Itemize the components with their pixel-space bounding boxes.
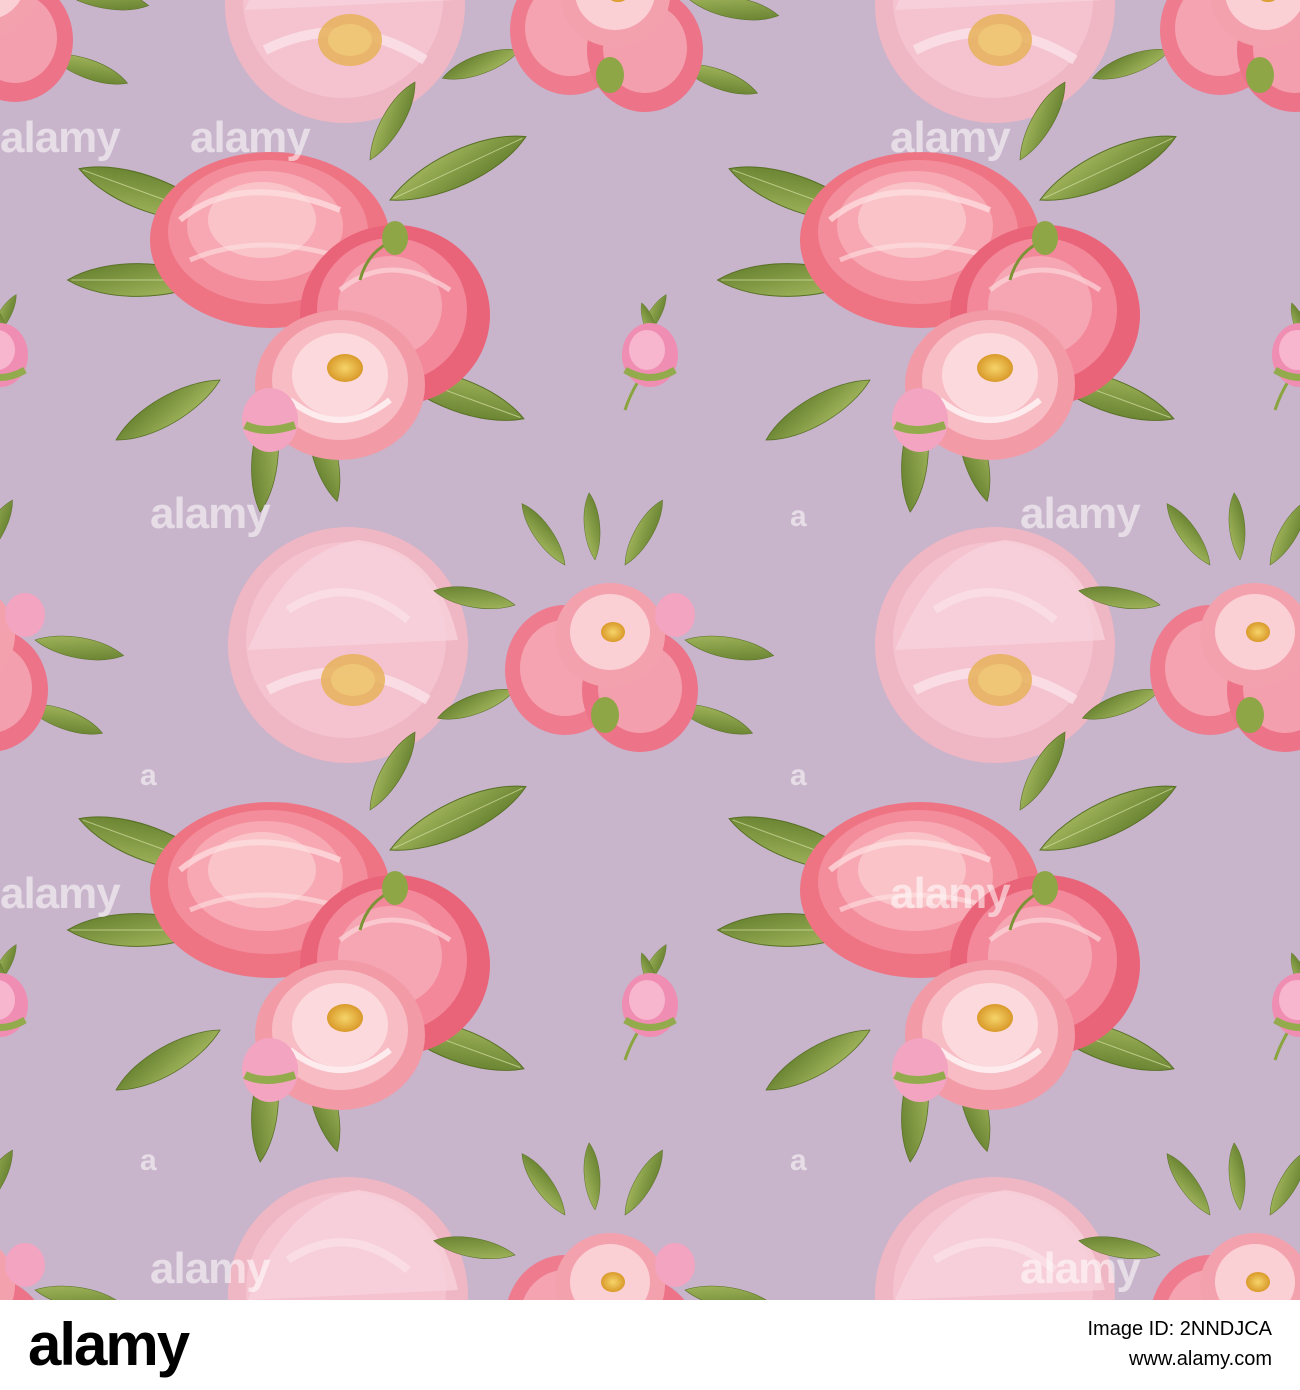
watermark-text: alamy	[890, 869, 1011, 918]
watermark-glyph: a	[790, 1144, 807, 1177]
watermark-glyph: a	[790, 500, 807, 533]
stock-footer: alamy Image ID: 2NNDJCA www.alamy.com	[0, 1300, 1300, 1390]
watermark-text: alamy	[150, 1244, 271, 1293]
site-url: www.alamy.com	[1129, 1348, 1272, 1370]
image-id-label: Image ID: 2NNDJCA	[1087, 1318, 1273, 1340]
footer-info: Image ID: 2NNDJCA www.alamy.com	[1088, 1314, 1273, 1374]
image-canvas: alamy alamy alamy alamy alamy alamy alam…	[0, 0, 1300, 1390]
watermark-text: alamy	[0, 113, 121, 162]
watermark-text: alamy	[190, 113, 311, 162]
watermark-glyph: a	[790, 759, 807, 792]
alamy-logo: alamy	[28, 1311, 190, 1378]
watermark-glyph: a	[140, 1144, 157, 1177]
watermark-glyph: a	[140, 759, 157, 792]
watermark-text: alamy	[150, 489, 271, 538]
watermark-text: alamy	[0, 869, 121, 918]
peony-pattern-image: alamy alamy alamy alamy alamy alamy alam…	[0, 0, 1300, 1300]
logo-wordmark: alamy	[28, 1311, 190, 1378]
watermark-text: alamy	[1020, 1244, 1141, 1293]
watermark-text: alamy	[1020, 489, 1141, 538]
watermark-text: alamy	[890, 113, 1011, 162]
